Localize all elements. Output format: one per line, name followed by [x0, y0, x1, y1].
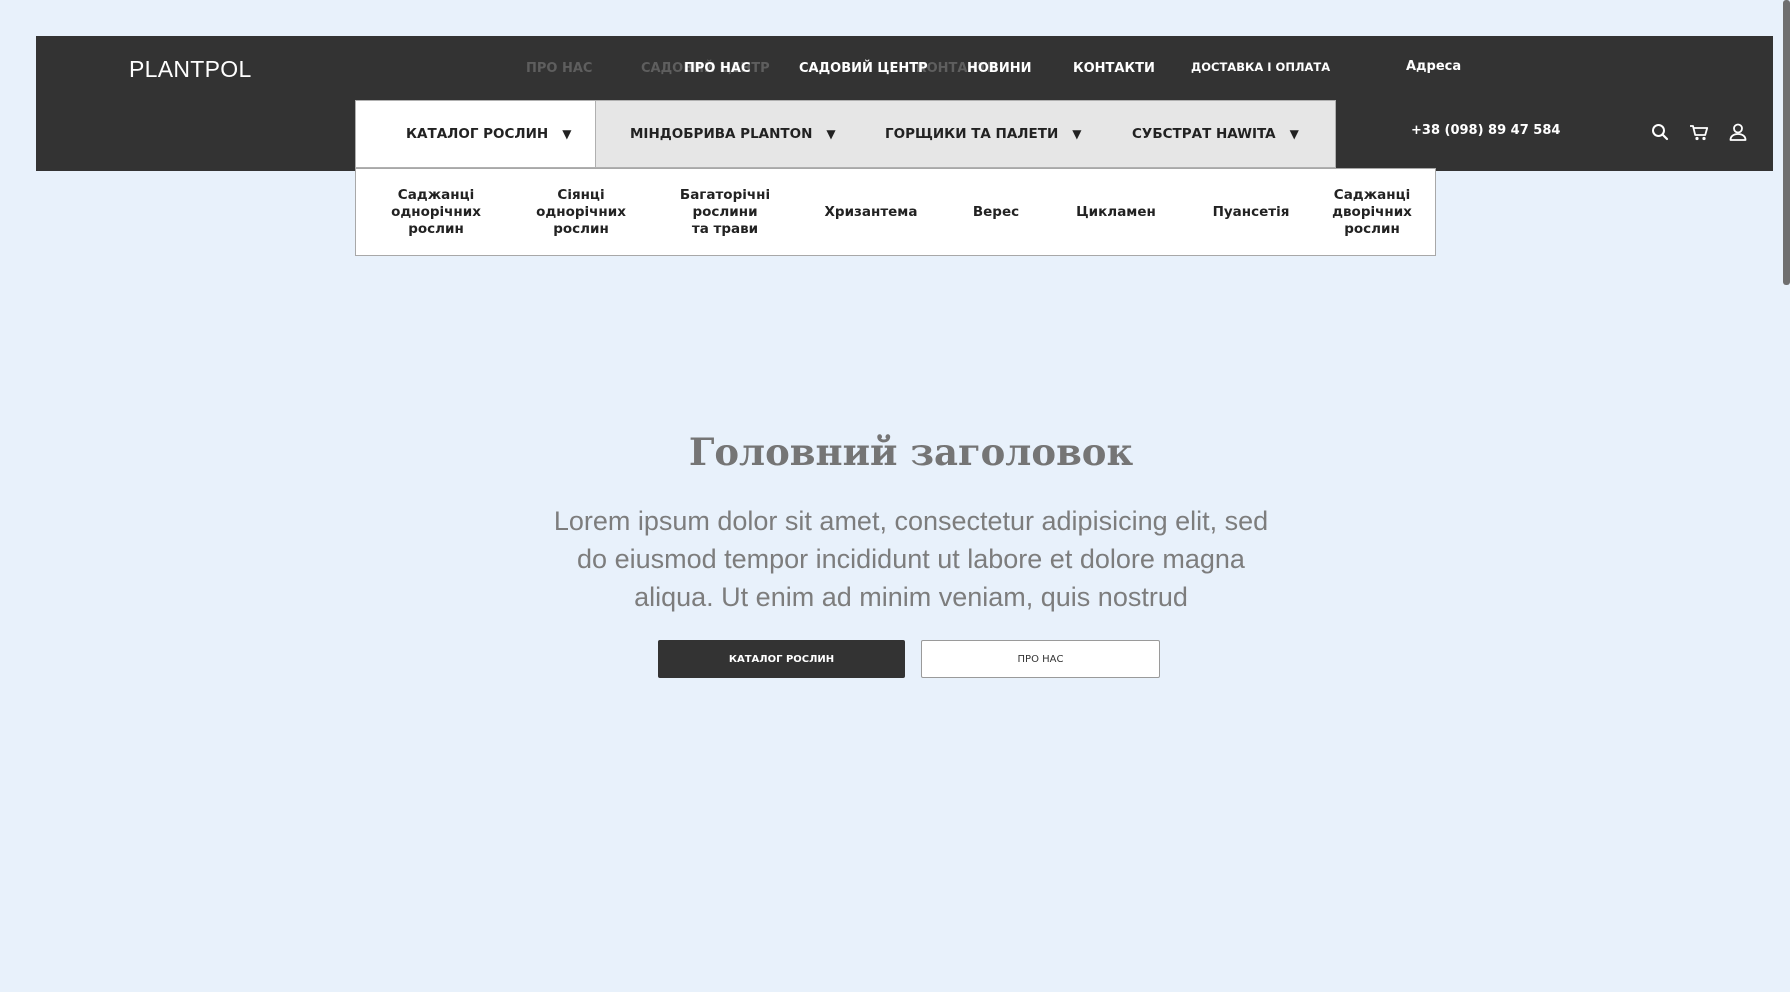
about-button[interactable]: ПРО НАС — [921, 640, 1160, 678]
tab-plant-catalog[interactable]: КАТАЛОГ РОСЛИН ▼ — [356, 101, 596, 167]
nav-link-garden-center[interactable]: САДОВИЙ ЦЕНТР — [799, 61, 928, 76]
nav-ghost-about: ПРО НАС — [526, 61, 593, 76]
tab-pots-and-pallets[interactable]: ГОРЩИКИ ТА ПАЛЕТИ ▼ — [857, 101, 1102, 167]
catalog-menu-bar: КАТАЛОГ РОСЛИН ▼ МІНДОБРИВА PLANTON ▼ ГО… — [355, 100, 1336, 168]
chevron-down-icon: ▼ — [562, 127, 572, 141]
nav-link-contacts[interactable]: КОНТАКТИ — [1073, 61, 1155, 76]
submenu-item[interactable]: Цикламен — [1056, 169, 1176, 255]
catalog-submenu: Саджанці однорічних рослин Сіянці однорі… — [355, 168, 1436, 256]
hero-title: Головний заголовок — [688, 430, 1134, 474]
submenu-item[interactable]: Верес — [951, 169, 1041, 255]
search-icon[interactable] — [1649, 121, 1671, 143]
address-link[interactable]: Адреса — [1406, 59, 1461, 74]
chevron-down-icon: ▼ — [1289, 127, 1299, 141]
submenu-item[interactable]: Багаторічні рослини та трави — [660, 169, 790, 255]
cart-icon[interactable] — [1688, 121, 1710, 143]
tab-fertilizers-planton[interactable]: МІНДОБРИВА PLANTON ▼ — [596, 101, 857, 167]
user-icon[interactable] — [1727, 121, 1749, 143]
chevron-down-icon: ▼ — [826, 127, 836, 141]
submenu-item[interactable]: Сіянці однорічних рослин — [516, 169, 646, 255]
nav-link-news[interactable]: НОВИНИ — [967, 61, 1031, 76]
scrollbar[interactable] — [1783, 0, 1790, 285]
submenu-item[interactable]: Саджанці однорічних рослин — [371, 169, 501, 255]
tab-label: КАТАЛОГ РОСЛИН — [406, 126, 549, 142]
submenu-item[interactable]: Хризантема — [801, 169, 941, 255]
tab-label: ГОРЩИКИ ТА ПАЛЕТИ — [885, 126, 1059, 142]
nav-link-about[interactable]: ПРО НАС — [684, 61, 750, 76]
tab-label: МІНДОБРИВА PLANTON — [630, 126, 813, 142]
phone-number[interactable]: +38 (098) 89 47 584 — [1411, 123, 1560, 138]
catalog-button[interactable]: КАТАЛОГ РОСЛИН — [658, 640, 905, 678]
submenu-item[interactable]: Пуансетія — [1186, 169, 1316, 255]
hero-text: Lorem ipsum dolor sit amet, consectetur … — [553, 506, 1269, 612]
chevron-down-icon: ▼ — [1072, 127, 1082, 141]
tab-substrate-hawita[interactable]: СУБСТРАТ HAWITA ▼ — [1102, 101, 1335, 167]
tab-label: СУБСТРАТ HAWITA — [1132, 126, 1276, 142]
submenu-item[interactable]: Саджанці дворічних рослин — [1317, 169, 1427, 255]
nav-link-delivery[interactable]: ДОСТАВКА І ОПЛАТА — [1191, 60, 1330, 74]
logo[interactable]: PLANTPOL — [129, 56, 252, 83]
